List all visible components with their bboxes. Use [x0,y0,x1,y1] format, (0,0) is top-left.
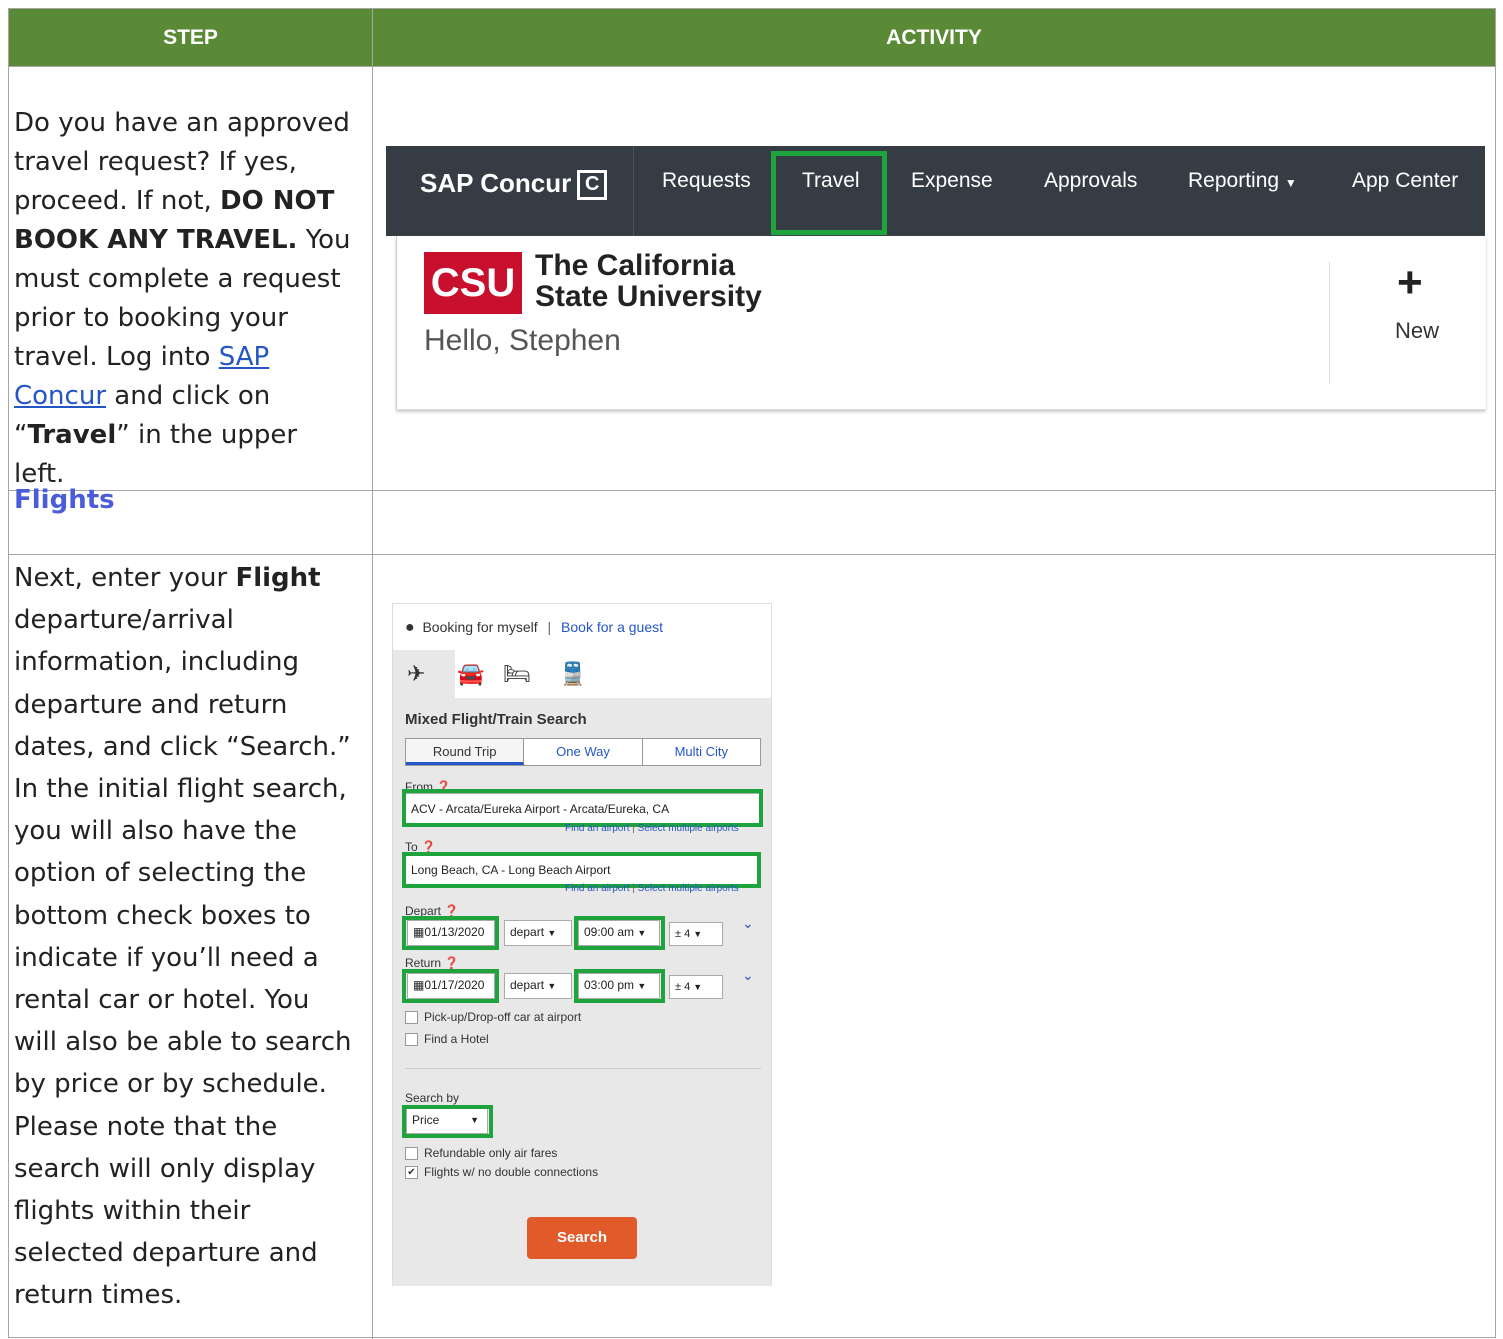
step-text-part: Next, enter your [14,563,236,593]
select-multiple-link[interactable]: Select multiple airports [638,823,739,834]
car-option-label: Pick-up/Drop-off car at airport [424,1010,582,1024]
row-divider [9,66,1495,67]
column-divider [372,9,373,1339]
book-guest-link[interactable]: Book for a guest [561,619,663,635]
depart-window-select[interactable]: ± 4 ▼ [669,922,723,946]
nav-approvals[interactable]: Approvals [1044,146,1137,236]
depart-date-highlight-box [402,916,499,950]
search-by-label: Search by [405,1091,460,1105]
header-step: STEP [9,9,372,66]
hotel-option-label: Find a Hotel [424,1032,489,1046]
caret-down-icon: ▼ [547,981,557,991]
flight-icon[interactable]: ✈ [407,661,425,687]
link-separator: | [632,823,635,834]
nav-app-center[interactable]: App Center [1352,146,1458,236]
home-panel: CSU The California State University Hello… [396,236,1486,410]
flight-search-widget: ● Booking for myself | Book for a guest … [392,603,772,1286]
panel-divider [1329,262,1330,384]
chevron-down-icon[interactable]: ⌄ [742,915,754,932]
depart-window-value: ± 4 [675,928,691,940]
tab-multi-city[interactable]: Multi City [643,739,760,765]
no-double-checkbox[interactable]: ✔ [405,1166,418,1180]
caret-down-icon: ▼ [547,928,557,938]
car-option[interactable]: Pick-up/Drop-off car at airport [405,1010,582,1025]
return-window-value: ± 4 [675,981,691,993]
return-mode-select[interactable]: depart ▼ [504,973,572,999]
search-button[interactable]: Search [527,1217,637,1259]
org-name: The California State University [535,250,762,312]
return-time-highlight-box [574,969,665,1003]
step-text-part: departure/arrival information, including… [14,605,352,1311]
find-airport-link[interactable]: Find an airport [565,883,629,894]
refundable-checkbox[interactable] [405,1147,418,1161]
travel-highlight-box [771,151,887,235]
csu-logo: CSU [424,252,522,314]
caret-down-icon: ▼ [1284,176,1297,190]
search-by-highlight-box [402,1105,493,1138]
link-separator: | [632,883,635,894]
depart-time-highlight-box [574,916,665,950]
concur-c-icon: C [577,170,608,201]
car-icon[interactable]: 🚘 [457,661,484,687]
to-links: Find an airport | Select multiple airpor… [565,883,739,894]
car-checkbox[interactable] [405,1011,418,1025]
booking-self[interactable]: Booking for myself [422,619,537,635]
nav-requests[interactable]: Requests [662,146,751,236]
travel-emphasis: Travel [27,420,117,450]
new-button-label[interactable]: New [1395,318,1439,344]
divider [405,1068,761,1069]
select-multiple-link[interactable]: Select multiple airports [638,883,739,894]
return-label: Return ❓ [405,956,459,970]
nav-reporting[interactable]: Reporting ▼ [1188,146,1297,236]
caret-down-icon: ▼ [693,982,703,992]
sap-concur-logo[interactable]: SAP Concur C [420,168,608,201]
chevron-down-icon[interactable]: ⌄ [742,967,754,984]
from-links: Find an airport | Select multiple airpor… [565,823,739,834]
no-double-label: Flights w/ no double connections [424,1165,599,1179]
step-text-request: Do you have an approved travel request? … [14,104,352,494]
find-airport-link[interactable]: Find an airport [565,823,629,834]
tab-round-trip[interactable]: Round Trip [406,739,525,765]
hotel-checkbox[interactable] [405,1033,418,1047]
help-icon[interactable]: ❓ [444,956,459,970]
row-divider [9,554,1495,555]
tab-one-way[interactable]: One Way [524,739,643,765]
booking-separator: | [547,619,552,635]
step-text-flight: Next, enter your Flight departure/arriva… [14,557,352,1317]
booking-options: ● Booking for myself | Book for a guest [405,619,663,637]
header-activity: ACTIVITY [373,9,1495,66]
top-nav: SAP Concur C Requests Travel Expense Appr… [386,146,1485,236]
hotel-option[interactable]: Find a Hotel [405,1032,489,1047]
nav-divider [633,146,634,236]
section-title-flights: Flights [14,485,115,515]
search-title: Mixed Flight/Train Search [405,711,587,728]
trip-type-tabs: Round Trip One Way Multi City [405,738,761,766]
return-label-text: Return [405,956,442,970]
no-double-option[interactable]: ✔ Flights w/ no double connections [405,1165,599,1180]
hotel-icon[interactable]: 🛏 [503,661,531,687]
concur-screenshot: SAP Concur C Requests Travel Expense Appr… [386,146,1486,410]
flight-emphasis: Flight [235,563,321,593]
nav-reporting-label: Reporting [1188,169,1280,192]
from-highlight-box [402,789,763,827]
depart-mode-select[interactable]: depart ▼ [504,920,572,946]
org-name-line: State University [535,280,762,313]
return-date-highlight-box [402,969,499,1003]
refundable-label: Refundable only air fares [424,1146,558,1160]
return-mode-value: depart [510,978,545,992]
nav-expense[interactable]: Expense [911,146,993,236]
refundable-option[interactable]: Refundable only air fares [405,1146,558,1161]
org-name-line: The California [535,249,736,282]
brand-text: SAP Concur [420,168,572,198]
user-icon: ● [405,619,415,636]
return-window-select[interactable]: ± 4 ▼ [669,975,723,999]
greeting: Hello, Stephen [424,324,621,357]
caret-down-icon: ▼ [693,929,703,939]
depart-mode-value: depart [510,925,545,939]
plus-icon[interactable]: + [1397,258,1423,308]
train-icon[interactable]: 🚆 [559,661,586,687]
